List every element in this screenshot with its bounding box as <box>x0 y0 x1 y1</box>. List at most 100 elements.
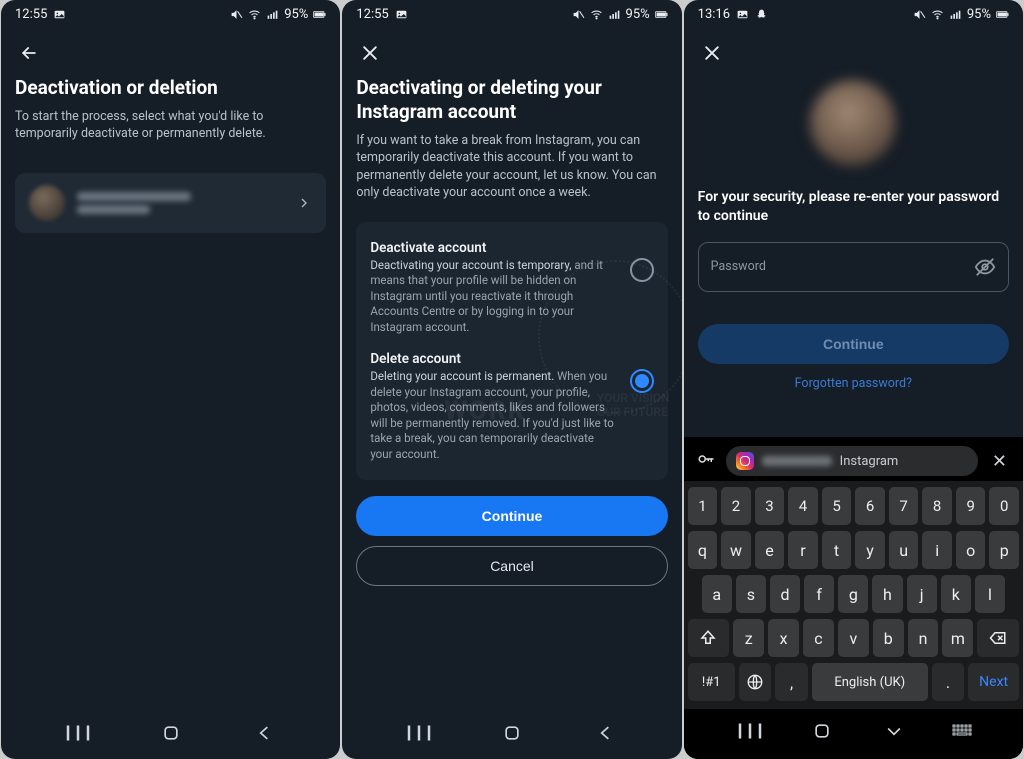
key-language[interactable] <box>739 663 772 701</box>
key-z[interactable]: z <box>733 619 764 657</box>
mute-icon <box>230 8 243 21</box>
close-button[interactable] <box>698 39 726 67</box>
wifi-icon <box>590 8 603 21</box>
option-desc: Deleting your account is permanent. When… <box>370 369 617 462</box>
nav-home[interactable] <box>807 721 837 741</box>
key-shift[interactable] <box>688 619 730 657</box>
key-c[interactable]: c <box>803 619 834 657</box>
key-x[interactable]: x <box>768 619 799 657</box>
key-icon <box>696 450 716 473</box>
password-input[interactable]: Password <box>698 242 1009 292</box>
close-button[interactable] <box>356 39 384 67</box>
mute-icon <box>572 8 585 21</box>
option-deactivate[interactable]: Deactivate account Deactivating your acc… <box>356 232 667 344</box>
eye-off-icon[interactable] <box>974 256 996 278</box>
battery-icon <box>655 8 668 21</box>
nav-back[interactable] <box>249 723 279 743</box>
key-3[interactable]: 3 <box>755 487 785 525</box>
key-g[interactable]: g <box>838 575 868 613</box>
nav-home[interactable] <box>497 723 527 743</box>
autofill-bar: Instagram ✕ <box>684 441 1023 481</box>
key-r[interactable]: r <box>788 531 818 569</box>
option-delete[interactable]: Delete account Deleting your account is … <box>356 343 667 470</box>
signal-icon <box>608 8 621 21</box>
key-y[interactable]: y <box>855 531 885 569</box>
key-s[interactable]: s <box>736 575 766 613</box>
key-a[interactable]: a <box>702 575 732 613</box>
battery-icon <box>996 8 1009 21</box>
key-f[interactable]: f <box>804 575 834 613</box>
forgotten-password-link[interactable]: Forgotten password? <box>698 376 1009 391</box>
key-m[interactable]: m <box>942 619 973 657</box>
radio-checked[interactable] <box>630 369 654 393</box>
key-7[interactable]: 7 <box>889 487 919 525</box>
key-2[interactable]: 2 <box>721 487 751 525</box>
key-symbols[interactable]: !#1 <box>688 663 735 701</box>
options-card: Deactivate account Deactivating your acc… <box>356 222 667 481</box>
status-bar: 13:16 95% <box>684 0 1023 28</box>
key-k[interactable]: k <box>941 575 971 613</box>
key-b[interactable]: b <box>873 619 904 657</box>
option-desc: Deactivating your account is temporary, … <box>370 258 617 336</box>
key-d[interactable]: d <box>770 575 800 613</box>
dismiss-suggestion[interactable]: ✕ <box>988 451 1011 472</box>
battery-percent: 95% <box>284 7 308 22</box>
signal-icon <box>949 8 962 21</box>
key-4[interactable]: 4 <box>788 487 818 525</box>
key-period[interactable]: . <box>932 663 965 701</box>
key-5[interactable]: 5 <box>822 487 852 525</box>
security-prompt: For your security, please re-enter your … <box>698 188 1009 226</box>
autofill-suggestion[interactable]: Instagram <box>726 446 978 476</box>
key-8[interactable]: 8 <box>922 487 952 525</box>
key-l[interactable]: l <box>975 575 1005 613</box>
radio-unchecked[interactable] <box>630 258 654 282</box>
key-t[interactable]: t <box>822 531 852 569</box>
key-h[interactable]: h <box>872 575 902 613</box>
key-next[interactable]: Next <box>968 663 1019 701</box>
key-q[interactable]: q <box>688 531 718 569</box>
key-p[interactable]: p <box>989 531 1019 569</box>
avatar <box>810 80 896 166</box>
keyboard: 1234567890 qwertyuiop asdfghjkl zxcvbnm … <box>684 481 1023 709</box>
picture-icon <box>53 8 66 21</box>
key-6[interactable]: 6 <box>855 487 885 525</box>
key-space[interactable]: English (UK) <box>812 663 928 701</box>
avatar <box>29 185 65 221</box>
nav-recents[interactable] <box>735 721 765 741</box>
status-clock: 12:55 <box>15 7 47 22</box>
key-i[interactable]: i <box>922 531 952 569</box>
nav-bar <box>342 711 681 759</box>
key-j[interactable]: j <box>907 575 937 613</box>
nav-back[interactable] <box>590 723 620 743</box>
battery-icon <box>313 8 326 21</box>
continue-button[interactable]: Continue <box>356 496 667 536</box>
key-u[interactable]: u <box>889 531 919 569</box>
nav-bar <box>684 709 1023 759</box>
key-9[interactable]: 9 <box>956 487 986 525</box>
key-0[interactable]: 0 <box>989 487 1019 525</box>
cancel-button[interactable]: Cancel <box>356 546 667 586</box>
account-info <box>77 192 284 214</box>
nav-recents[interactable] <box>404 723 434 743</box>
option-title: Delete account <box>370 351 617 367</box>
page-subtitle: To start the process, select what you'd … <box>15 108 326 143</box>
key-backspace[interactable] <box>977 619 1019 657</box>
key-comma[interactable]: , <box>775 663 808 701</box>
key-n[interactable]: n <box>908 619 939 657</box>
continue-button-disabled[interactable]: Continue <box>698 324 1009 364</box>
key-w[interactable]: w <box>721 531 751 569</box>
nav-home[interactable] <box>156 723 186 743</box>
page-title: Deactivation or deletion <box>15 76 326 100</box>
account-row[interactable] <box>15 173 326 233</box>
nav-keyboard-grid-icon[interactable] <box>952 721 972 741</box>
nav-hide-keyboard[interactable] <box>879 721 909 741</box>
key-o[interactable]: o <box>956 531 986 569</box>
option-title: Deactivate account <box>370 240 617 256</box>
keyboard-area: Instagram ✕ 1234567890 qwertyuiop asdfgh… <box>684 437 1023 759</box>
key-1[interactable]: 1 <box>688 487 718 525</box>
back-button[interactable] <box>15 39 43 67</box>
key-e[interactable]: e <box>755 531 785 569</box>
key-v[interactable]: v <box>838 619 869 657</box>
picture-icon <box>736 8 749 21</box>
nav-recents[interactable] <box>63 723 93 743</box>
